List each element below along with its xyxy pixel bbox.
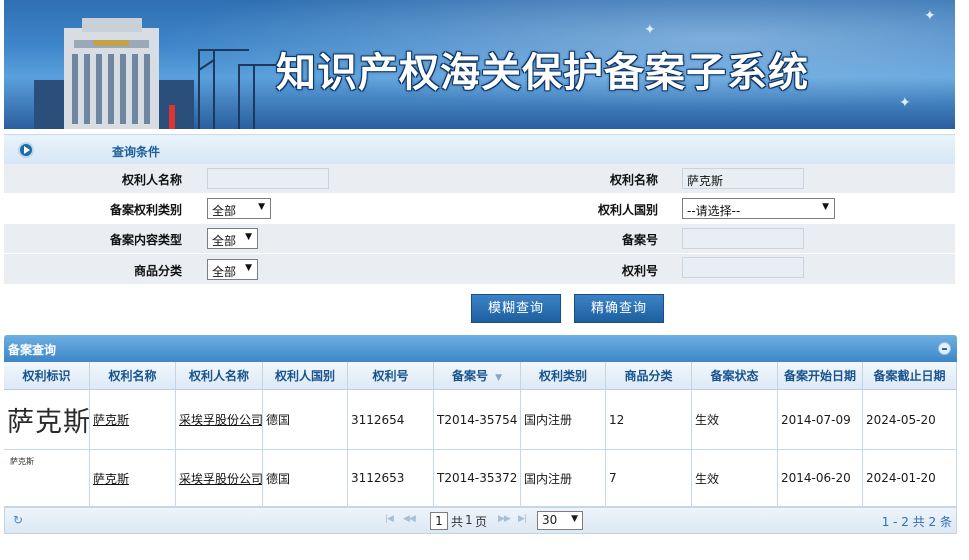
content-type-value: 全部	[212, 234, 237, 248]
holder-country-label: 权利人国别	[597, 203, 658, 217]
page-total-suffix: 页	[475, 515, 488, 529]
right-no-label: 权利号	[621, 264, 658, 278]
table-cell: 7	[606, 450, 692, 507]
column-header-sorted[interactable]: 备案号 ▼	[434, 362, 521, 390]
column-header-label: 备案号	[451, 369, 488, 383]
column-header[interactable]: 权利标识	[4, 362, 90, 390]
right-type-select[interactable]: 全部 ▼	[207, 198, 271, 219]
table-cell: 德国	[263, 390, 348, 450]
query-conditions-header: 查询条件	[4, 134, 955, 164]
goods-class-value: 全部	[212, 265, 237, 279]
holder-link[interactable]: 采埃孚股份公司	[179, 411, 262, 428]
query-row: 商品分类 全部 ▼ 权利号	[4, 254, 955, 284]
page-number-input[interactable]: 1	[430, 512, 448, 530]
table-cell: 萨克斯	[90, 390, 176, 450]
column-header[interactable]: 权利人名称	[176, 362, 263, 390]
table-cell: 采埃孚股份公司	[176, 390, 263, 450]
results-panel-header: 备案查询	[4, 335, 957, 362]
trademark-logo: 萨克斯	[7, 407, 90, 438]
table-cell: 2014-07-09	[778, 390, 863, 450]
table-cell: 德国	[263, 450, 348, 507]
right-type-label: 备案权利类别	[109, 203, 182, 217]
table-cell: 2024-05-20	[863, 390, 957, 450]
next-page-icon[interactable]: ▶▶	[498, 514, 511, 524]
dropdown-arrow-icon: ▼	[245, 232, 252, 242]
trademark-logo-cell: 萨克斯	[4, 390, 90, 450]
goods-class-select[interactable]: 全部 ▼	[207, 259, 258, 280]
table-cell: 12	[606, 390, 692, 450]
dropdown-arrow-icon: ▼	[571, 514, 578, 524]
table-cell: 国内注册	[521, 450, 606, 507]
trademark-logo: 萨克斯	[10, 457, 34, 466]
holder-link[interactable]: 采埃孚股份公司	[179, 470, 262, 487]
column-header[interactable]: 权利号	[348, 362, 434, 390]
right-name-link[interactable]: 萨克斯	[93, 411, 129, 428]
right-name-input[interactable]: 萨克斯	[682, 168, 804, 189]
page-total: 1	[465, 513, 473, 527]
exact-search-button[interactable]: 精确查询	[574, 294, 664, 323]
record-no-label: 备案号	[621, 233, 658, 247]
query-conditions-title: 查询条件	[112, 145, 161, 159]
first-page-icon[interactable]: |◀	[385, 514, 394, 524]
banner-title: 知识产权海关保护备案子系统	[276, 49, 809, 96]
query-row: 备案权利类别 全部 ▼ 权利人国别 --请选择-- ▼	[4, 194, 955, 223]
column-header[interactable]: 备案开始日期	[778, 362, 863, 390]
sparkle-icon: ✦	[644, 22, 656, 38]
goods-class-label: 商品分类	[133, 264, 182, 278]
record-summary: 1 - 2 共 2 条	[881, 515, 952, 529]
customs-building-image	[34, 18, 194, 129]
pagination-bar: ↻ |◀ ◀◀ 1 共 1 页 ▶▶ ▶| 30 ▼ 1 - 2 共 2 条	[4, 507, 957, 534]
table-cell: 2024-01-20	[863, 450, 957, 507]
column-header[interactable]: 权利人国别	[263, 362, 348, 390]
table-cell: 生效	[692, 390, 778, 450]
right-no-input[interactable]	[682, 257, 804, 278]
holder-name-input[interactable]	[207, 168, 329, 189]
holder-name-label: 权利人名称	[121, 173, 182, 187]
query-row: 权利人名称 权利名称 萨克斯	[4, 164, 955, 193]
dropdown-arrow-icon: ▼	[822, 202, 829, 212]
table-cell: 3112653	[348, 450, 434, 507]
results-title: 备案查询	[8, 343, 57, 357]
table-cell: 萨克斯	[90, 450, 176, 507]
sparkle-icon: ✦	[899, 95, 911, 111]
port-cranes-image	[198, 49, 277, 129]
column-header[interactable]: 备案截止日期	[863, 362, 957, 390]
dropdown-arrow-icon: ▼	[258, 202, 265, 212]
trademark-logo-cell: 萨克斯	[4, 450, 90, 507]
last-page-icon[interactable]: ▶|	[518, 514, 527, 524]
table-cell: T2014-35372	[434, 450, 521, 507]
record-no-input[interactable]	[682, 228, 804, 249]
table-cell: 2014-06-20	[778, 450, 863, 507]
collapse-icon[interactable]	[938, 342, 951, 355]
right-type-value: 全部	[212, 204, 237, 218]
sparkle-icon: ✦	[924, 8, 936, 24]
page-size-value: 30	[542, 513, 558, 527]
table-cell: 3112654	[348, 390, 434, 450]
table-cell: T2014-35754	[434, 390, 521, 450]
right-name-link[interactable]: 萨克斯	[93, 470, 129, 487]
table-cell: 国内注册	[521, 390, 606, 450]
table-cell: 生效	[692, 450, 778, 507]
query-row: 备案内容类型 全部 ▼ 备案号	[4, 224, 955, 253]
refresh-icon[interactable]: ↻	[13, 513, 23, 527]
fuzzy-search-button[interactable]: 模糊查询	[471, 294, 561, 323]
content-type-label: 备案内容类型	[109, 233, 182, 247]
sort-desc-icon: ▼	[495, 373, 503, 383]
content-type-select[interactable]: 全部 ▼	[207, 228, 258, 249]
banner: ✦ ✦ ✦ 知识产权海关保护备案子系统	[4, 0, 955, 129]
column-header[interactable]: 权利名称	[90, 362, 176, 390]
page-size-select[interactable]: 30 ▼	[537, 511, 583, 530]
holder-country-value: --请选择--	[687, 204, 741, 218]
dropdown-arrow-icon: ▼	[245, 263, 252, 273]
table-cell: 采埃孚股份公司	[176, 450, 263, 507]
column-header[interactable]: 备案状态	[692, 362, 778, 390]
right-name-label: 权利名称	[609, 173, 658, 187]
page-total-prefix: 共	[451, 515, 464, 529]
column-header[interactable]: 商品分类	[606, 362, 692, 390]
prev-page-icon[interactable]: ◀◀	[403, 514, 416, 524]
column-header[interactable]: 权利类别	[521, 362, 606, 390]
play-circle-icon[interactable]	[18, 142, 34, 158]
holder-country-select[interactable]: --请选择-- ▼	[682, 198, 835, 219]
